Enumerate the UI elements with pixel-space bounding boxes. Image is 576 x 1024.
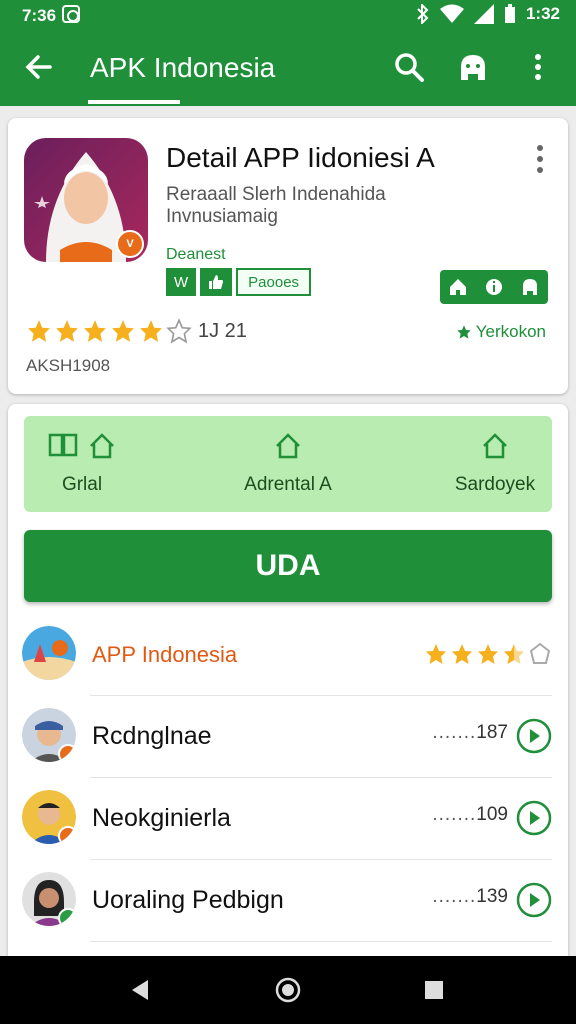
right-rating: Yerkokon — [456, 322, 546, 342]
card-more-icon[interactable] — [534, 144, 546, 174]
status-clock: 1:32 — [525, 4, 560, 23]
nav-home-icon[interactable] — [274, 976, 302, 1004]
app-bar: APK Indonesia — [0, 38, 576, 98]
category-chip[interactable]: Paooes — [236, 268, 312, 296]
list-item-name: APP Indonesia — [92, 642, 238, 667]
tag-chips: W Paooes — [166, 268, 312, 296]
app-icon: V — [24, 138, 148, 262]
avatar — [22, 708, 76, 762]
play-circle-icon[interactable] — [516, 718, 552, 754]
feature-grlal[interactable]: Grlal — [42, 432, 122, 496]
status-time: 7:36 — [22, 6, 57, 25]
list-item-count: .......187 — [432, 722, 508, 744]
list-item-count: .......139 — [432, 886, 508, 908]
star-filled-icon — [478, 644, 498, 664]
feature-label: Grlal — [61, 474, 103, 495]
more-vert-icon[interactable] — [526, 50, 550, 84]
star-filled-icon — [28, 320, 50, 342]
system-nav-bar — [0, 956, 576, 1024]
app-subtitle: Reraaall Slerh Indenahida Invnusiamaig — [166, 184, 466, 228]
status-bar: 7:36 1:32 — [0, 0, 576, 32]
home-outline-icon — [276, 433, 300, 459]
list-item[interactable]: Neokginierla .......109 — [22, 778, 552, 860]
star-filled-icon — [84, 320, 106, 342]
chip-w[interactable]: W — [166, 268, 197, 296]
small-star-icon — [457, 325, 471, 339]
app-subtitle-line-2: Invnusiamaig — [166, 206, 278, 227]
developer-label[interactable]: Deanest — [166, 246, 226, 264]
home-outline-icon — [483, 433, 507, 459]
top-app-bar: 7:36 1:32 APK Indonesia — [0, 0, 576, 106]
list-item-name: Rcdnglnae — [92, 722, 212, 750]
home-icon[interactable] — [449, 278, 467, 296]
info-icon[interactable] — [485, 278, 503, 296]
nav-back-icon[interactable] — [126, 976, 154, 1004]
wifi-icon — [439, 4, 464, 23]
android-icon[interactable] — [456, 50, 490, 84]
status-dot — [58, 744, 76, 762]
feature-strip: Grlal Adrental A Sardoyek — [24, 416, 552, 512]
nav-recents-icon[interactable] — [420, 976, 448, 1004]
list-item[interactable]: APP Indonesia — [22, 614, 552, 696]
feature-sardoyek[interactable]: Sardoyek — [440, 432, 550, 496]
active-tab-indicator — [88, 100, 180, 104]
dots-separator: ....... — [432, 886, 477, 907]
app-list: APP Indonesia Rcdnglnae .......187 Neokg… — [8, 614, 568, 942]
status-dot — [58, 908, 76, 926]
list-item[interactable]: Uoraling Pedbign .......139 — [22, 860, 552, 942]
star-filled-icon — [56, 320, 78, 342]
star-filled-icon — [452, 644, 472, 664]
avatar — [22, 790, 76, 844]
status-right-group: 1:32 — [416, 4, 560, 24]
list-item[interactable]: Rcdnglnae .......187 — [22, 696, 552, 778]
feature-adrental[interactable]: Adrental A — [228, 432, 348, 496]
star-empty-icon — [166, 318, 192, 344]
signal-icon — [473, 4, 494, 24]
version-label: AKSH1908 — [26, 356, 111, 375]
play-circle-icon[interactable] — [516, 800, 552, 836]
book-icon — [48, 433, 78, 457]
app-subtitle-line-1: Reraaall Slerh Indenahida — [166, 184, 386, 205]
notification-app-icon — [62, 5, 80, 23]
list-item-name: Neokginierla — [92, 804, 231, 832]
thumbs-up-chip[interactable] — [200, 268, 233, 296]
bluetooth-icon — [417, 4, 429, 24]
rating-stars: 1J 21 — [26, 318, 247, 344]
back-arrow-icon[interactable] — [22, 50, 56, 84]
quick-actions — [440, 270, 548, 304]
android-small-icon[interactable] — [521, 278, 539, 296]
app-bar-title: APK Indonesia — [90, 52, 276, 83]
list-item-count: .......109 — [432, 804, 508, 826]
rating-count: 1J 21 — [198, 319, 247, 342]
app-icon-badge: V — [116, 230, 144, 258]
dots-separator: ....... — [432, 804, 477, 825]
content-card: Grlal Adrental A Sardoyek UDA APP Indone… — [8, 404, 568, 964]
avatar — [22, 626, 76, 680]
status-dot — [58, 826, 76, 844]
avatar — [22, 872, 76, 926]
app-detail-card: V Detail APP Iidoniesi A Reraaall Slerh … — [8, 118, 568, 394]
battery-icon — [504, 4, 515, 23]
uda-button[interactable]: UDA — [24, 530, 552, 602]
list-item-count-value: 109 — [476, 804, 508, 825]
right-rating-label: Yerkokon — [475, 322, 546, 341]
app-title: Detail APP Iidoniesi A — [166, 142, 435, 173]
star-filled-icon — [112, 320, 134, 342]
feature-label: Adrental A — [244, 474, 332, 495]
star-filled-icon — [426, 644, 446, 664]
thumbs-up-icon — [209, 275, 224, 289]
list-item-name: Uoraling Pedbign — [92, 886, 284, 914]
star-filled-icon — [140, 320, 162, 342]
star-half-icon — [504, 644, 524, 664]
feature-label: Sardoyek — [454, 474, 536, 495]
list-item-count-value: 139 — [476, 886, 508, 907]
play-circle-icon[interactable] — [516, 882, 552, 918]
home-outline-icon — [90, 433, 114, 459]
search-icon[interactable] — [392, 50, 426, 84]
list-item-count-value: 187 — [476, 722, 508, 743]
dots-separator: ....... — [432, 722, 477, 743]
list-rating — [424, 642, 552, 666]
badge-outline-icon — [529, 642, 551, 664]
